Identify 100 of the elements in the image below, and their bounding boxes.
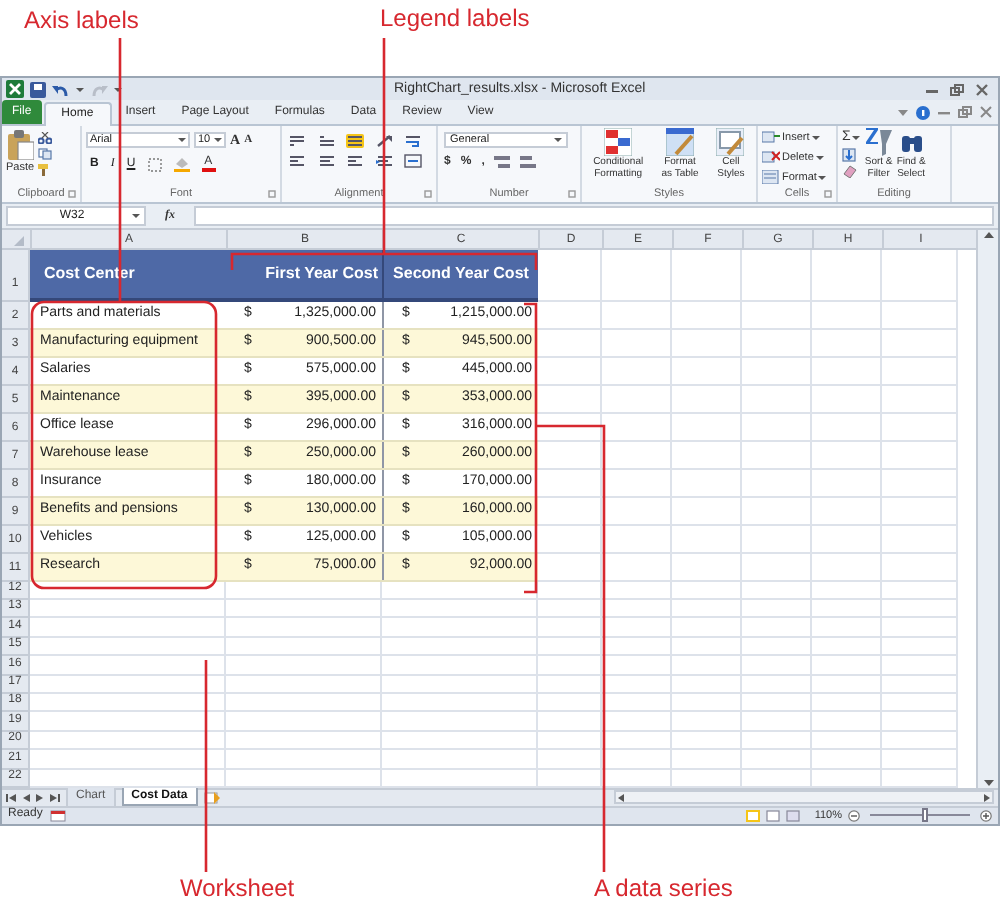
empty-cell[interactable] [672, 385, 742, 414]
empty-cell[interactable] [602, 637, 672, 657]
empty-cell[interactable] [882, 637, 958, 657]
empty-cell[interactable] [672, 497, 742, 526]
horizontal-scrollbar[interactable] [614, 790, 994, 805]
caret-icon[interactable] [114, 87, 122, 92]
empty-cell[interactable] [672, 618, 742, 638]
empty-cell[interactable] [538, 712, 602, 732]
zoom-out-icon[interactable] [848, 809, 860, 822]
empty-cell[interactable] [812, 600, 882, 619]
dialog-launcher-icon[interactable] [68, 190, 76, 199]
empty-cell[interactable] [742, 750, 812, 770]
empty-cell[interactable] [672, 441, 742, 470]
empty-cell[interactable] [882, 385, 958, 414]
help-icon[interactable] [916, 105, 930, 120]
dialog-launcher-icon[interactable] [568, 190, 576, 199]
empty-cell[interactable] [672, 525, 742, 554]
empty-cell[interactable] [742, 497, 812, 526]
empty-cell[interactable] [382, 712, 538, 732]
empty-cell[interactable] [742, 301, 812, 330]
empty-cell[interactable] [672, 329, 742, 358]
empty-cell[interactable] [812, 441, 882, 470]
orientation-icon[interactable] [375, 134, 394, 149]
empty-cell[interactable] [382, 675, 538, 695]
dialog-launcher-icon[interactable] [268, 190, 276, 199]
empty-cell[interactable] [382, 731, 538, 751]
empty-cell[interactable] [602, 731, 672, 751]
empty-cell[interactable] [602, 618, 672, 638]
empty-cell[interactable] [742, 413, 812, 442]
new-sheet-icon[interactable] [203, 791, 220, 804]
empty-cell[interactable] [672, 712, 742, 732]
align-top-icon[interactable] [288, 134, 306, 149]
empty-cell[interactable] [672, 731, 742, 751]
copy-icon[interactable] [38, 148, 53, 161]
indent-icon[interactable] [375, 154, 394, 169]
empty-cell[interactable] [602, 712, 672, 732]
empty-cell[interactable] [602, 469, 672, 498]
empty-cell[interactable] [882, 600, 958, 619]
empty-cell[interactable] [812, 525, 882, 554]
empty-cell[interactable] [742, 694, 812, 713]
empty-cell[interactable] [812, 497, 882, 526]
empty-cell[interactable] [602, 656, 672, 676]
empty-cell[interactable] [672, 637, 742, 657]
empty-cell[interactable] [538, 581, 602, 601]
scissors-icon[interactable] [38, 132, 53, 145]
empty-cell[interactable] [742, 357, 812, 386]
empty-cell[interactable] [538, 675, 602, 695]
empty-cell[interactable] [812, 581, 882, 601]
empty-cell[interactable] [882, 656, 958, 676]
wrap-text-icon[interactable] [404, 134, 423, 149]
empty-cell[interactable] [382, 750, 538, 770]
merge-cells-icon[interactable] [404, 154, 423, 169]
empty-cell[interactable] [382, 637, 538, 657]
empty-cell[interactable] [226, 731, 382, 751]
close-icon[interactable] [980, 106, 992, 119]
scroll-right-icon[interactable] [984, 793, 990, 802]
caret-icon[interactable] [214, 138, 222, 143]
caret-icon[interactable] [178, 138, 186, 143]
empty-cell[interactable] [602, 694, 672, 713]
next-sheet-icon[interactable] [36, 793, 44, 802]
align-bottom-icon[interactable] [346, 134, 365, 149]
empty-cell[interactable] [226, 750, 382, 770]
scroll-left-icon[interactable] [618, 793, 624, 802]
empty-cell[interactable] [882, 618, 958, 638]
caret-icon[interactable] [76, 87, 84, 92]
empty-cell[interactable] [226, 675, 382, 695]
empty-cell[interactable] [538, 731, 602, 751]
empty-cell[interactable] [882, 357, 958, 386]
empty-cell[interactable] [672, 357, 742, 386]
empty-cell[interactable] [742, 712, 812, 732]
empty-cell[interactable] [882, 413, 958, 442]
empty-cell[interactable] [602, 525, 672, 554]
empty-cell[interactable] [672, 656, 742, 676]
empty-cell[interactable] [812, 637, 882, 657]
empty-cell[interactable] [672, 553, 742, 582]
empty-cell[interactable] [882, 469, 958, 498]
empty-cell[interactable] [602, 249, 672, 302]
empty-cell[interactable] [226, 600, 382, 619]
empty-cell[interactable] [672, 694, 742, 713]
increase-decimal-icon[interactable] [494, 156, 511, 169]
empty-cell[interactable] [742, 618, 812, 638]
caret-icon[interactable] [554, 138, 562, 143]
previous-sheet-icon[interactable] [22, 793, 30, 802]
empty-cell[interactable] [742, 600, 812, 619]
empty-cell[interactable] [602, 750, 672, 770]
empty-cell[interactable] [672, 675, 742, 695]
fill-down-icon[interactable] [842, 148, 856, 163]
empty-cell[interactable] [882, 441, 958, 470]
empty-cell[interactable] [882, 301, 958, 330]
empty-cell[interactable] [538, 694, 602, 713]
empty-cell[interactable] [742, 637, 812, 657]
empty-cell[interactable] [882, 694, 958, 713]
page-layout-view-icon[interactable] [766, 809, 781, 822]
empty-cell[interactable] [602, 413, 672, 442]
empty-cell[interactable] [882, 553, 958, 582]
empty-cell[interactable] [882, 249, 958, 302]
empty-cell[interactable] [742, 553, 812, 582]
close-icon[interactable] [976, 83, 988, 96]
empty-cell[interactable] [882, 329, 958, 358]
empty-cell[interactable] [538, 618, 602, 638]
